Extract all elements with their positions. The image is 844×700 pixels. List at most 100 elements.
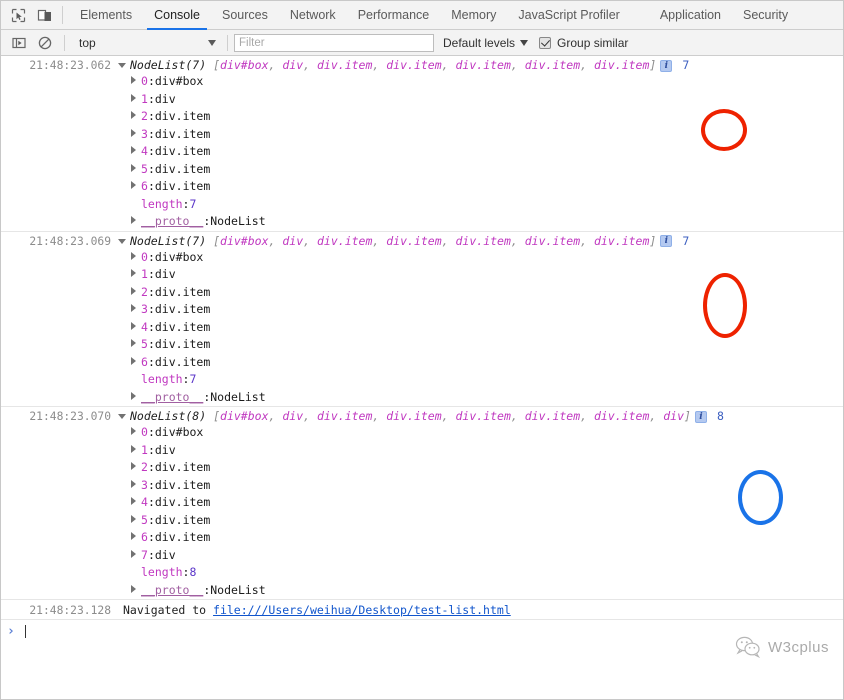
console-entry-header[interactable]: 21:48:23.070 NodeList(8) [div#box, div, … <box>1 407 843 424</box>
filter-input[interactable] <box>234 33 434 52</box>
repeat-count-badge: 7 <box>682 233 690 248</box>
property-row[interactable]: 5: div.item <box>1 161 843 179</box>
expand-triangle-right-icon[interactable] <box>131 286 136 295</box>
property-row-proto[interactable]: __proto__: NodeList <box>1 582 843 600</box>
console-entry[interactable]: 21:48:23.070 NodeList(8) [div#box, div, … <box>1 407 843 600</box>
property-row[interactable]: 3: div.item <box>1 301 843 319</box>
property-value: NodeList <box>210 214 266 228</box>
property-row[interactable]: 2: div.item <box>1 459 843 477</box>
device-toolbar-icon[interactable] <box>32 3 56 27</box>
console-entry-header[interactable]: 21:48:23.062 NodeList(7) [div#box, div, … <box>1 56 843 73</box>
property-row-proto[interactable]: __proto__: NodeList <box>1 389 843 407</box>
expand-triangle-right-icon[interactable] <box>131 163 136 172</box>
expand-triangle-right-icon[interactable] <box>131 93 136 102</box>
inspect-cursor-icon[interactable] <box>6 3 30 27</box>
console-sidebar-icon[interactable] <box>7 31 31 55</box>
property-row[interactable]: 3: div.item <box>1 126 843 144</box>
property-value: div.item <box>154 302 211 316</box>
property-row[interactable]: 6: div.item <box>1 529 843 547</box>
tab-security[interactable]: Security <box>732 1 799 30</box>
tab-sources[interactable]: Sources <box>211 1 279 30</box>
tab-application-label: Application <box>659 8 721 22</box>
property-row[interactable]: 0: div#box <box>1 249 843 267</box>
property-row[interactable]: 1: div <box>1 442 843 460</box>
expand-triangle-right-icon[interactable] <box>131 251 136 260</box>
tab-javascript-profiler[interactable]: JavaScript Profiler <box>507 1 630 30</box>
clear-console-icon[interactable] <box>33 31 57 55</box>
info-icon[interactable]: i <box>660 59 673 72</box>
expand-triangle-right-icon[interactable] <box>131 549 136 558</box>
expand-triangle-down-icon[interactable] <box>118 414 126 419</box>
console-entry[interactable]: 21:48:23.069 NodeList(7) [div#box, div, … <box>1 232 843 407</box>
property-row[interactable]: 1: div <box>1 266 843 284</box>
property-key: 1 <box>141 267 148 281</box>
property-row[interactable]: 0: div#box <box>1 73 843 91</box>
tab-network[interactable]: Network <box>279 1 347 30</box>
expand-triangle-down-icon[interactable] <box>118 63 126 68</box>
expand-triangle-right-icon[interactable] <box>131 497 136 505</box>
property-row[interactable]: 0: div#box <box>1 424 843 442</box>
tab-elements[interactable]: Elements <box>69 1 143 30</box>
expand-triangle-right-icon[interactable] <box>131 584 136 593</box>
property-value: div <box>154 547 176 562</box>
property-row[interactable]: 1: div <box>1 91 843 109</box>
group-similar-checkbox[interactable] <box>539 36 552 49</box>
property-value: div.item <box>154 144 211 158</box>
expand-triangle-right-icon[interactable] <box>131 304 136 312</box>
console-output[interactable]: 21:48:23.062 NodeList(7) [div#box, div, … <box>1 56 843 672</box>
expand-triangle-right-icon[interactable] <box>131 216 136 224</box>
property-row[interactable]: 4: div.item <box>1 494 843 512</box>
expand-triangle-right-icon[interactable] <box>131 146 136 154</box>
expand-triangle-right-icon[interactable] <box>131 444 136 453</box>
expand-triangle-right-icon[interactable] <box>131 356 136 365</box>
console-prompt[interactable]: › <box>1 620 843 642</box>
expand-triangle-right-icon[interactable] <box>131 181 136 189</box>
tab-memory[interactable]: Memory <box>440 1 507 30</box>
object-preview: NodeList(8) [div#box, div, div.item, div… <box>130 409 724 423</box>
property-value: 8 <box>189 565 197 579</box>
navigation-url-link[interactable]: file:///Users/weihua/Desktop/test-list.h… <box>213 603 511 617</box>
tab-performance[interactable]: Performance <box>347 1 441 30</box>
expand-triangle-right-icon[interactable] <box>131 321 136 330</box>
preview-node: div.item <box>455 233 511 248</box>
group-similar-toggle[interactable]: Group similar <box>539 36 628 50</box>
expand-triangle-right-icon[interactable] <box>131 128 136 137</box>
expand-triangle-right-icon[interactable] <box>131 339 136 347</box>
property-row[interactable]: 4: div.item <box>1 319 843 337</box>
expand-triangle-right-icon[interactable] <box>131 462 136 470</box>
property-row[interactable]: 5: div.item <box>1 512 843 530</box>
expand-triangle-right-icon[interactable] <box>131 269 136 277</box>
expand-triangle-right-icon[interactable] <box>131 111 136 119</box>
tab-console[interactable]: Console <box>143 1 211 30</box>
property-row[interactable]: 7: div <box>1 547 843 565</box>
property-row[interactable]: 3: div.item <box>1 477 843 495</box>
devtools-window: Elements Console Sources Network Perform… <box>0 0 844 700</box>
expand-triangle-right-icon[interactable] <box>131 479 136 488</box>
property-row[interactable]: 2: div.item <box>1 108 843 126</box>
expand-triangle-right-icon[interactable] <box>131 532 136 540</box>
info-icon[interactable]: i <box>660 235 673 247</box>
info-icon[interactable]: i <box>694 410 707 423</box>
expand-triangle-right-icon[interactable] <box>131 76 136 84</box>
repeat-count-badge: 8 <box>716 409 724 423</box>
property-key: __proto__ <box>141 582 204 597</box>
log-levels-dropdown[interactable]: Default levels <box>443 36 529 50</box>
property-row[interactable]: 6: div.item <box>1 354 843 372</box>
expand-triangle-right-icon[interactable] <box>131 427 136 435</box>
tab-application[interactable]: Application <box>649 1 732 30</box>
wechat-icon <box>735 636 760 658</box>
property-row[interactable]: 2: div.item <box>1 284 843 302</box>
property-value: div.item <box>154 512 211 527</box>
expand-triangle-down-icon[interactable] <box>118 238 126 244</box>
console-entry[interactable]: 21:48:23.062 NodeList(7) [div#box, div, … <box>1 56 843 232</box>
property-key: 5 <box>141 161 148 176</box>
property-row[interactable]: 6: div.item <box>1 178 843 196</box>
property-row-proto[interactable]: __proto__: NodeList <box>1 213 843 231</box>
expand-triangle-right-icon[interactable] <box>131 514 136 523</box>
execution-context-select[interactable]: top <box>71 33 221 53</box>
property-row[interactable]: 4: div.item <box>1 143 843 161</box>
expand-triangle-right-icon[interactable] <box>131 391 136 400</box>
property-row[interactable]: 5: div.item <box>1 336 843 354</box>
preview-node: div.item <box>594 233 650 248</box>
console-entry-header[interactable]: 21:48:23.069 NodeList(7) [div#box, div, … <box>1 232 843 249</box>
